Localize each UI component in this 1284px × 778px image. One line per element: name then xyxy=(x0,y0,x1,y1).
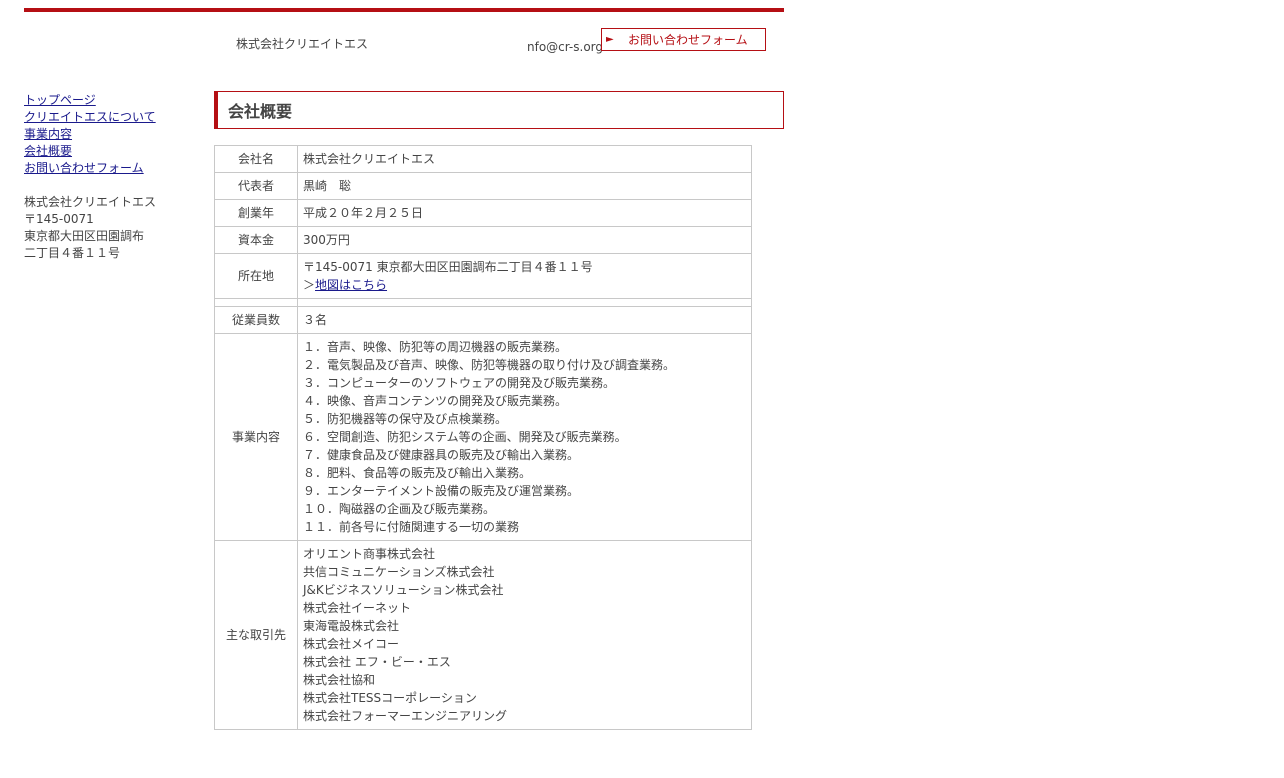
address-line: 二丁目４番１１号 xyxy=(24,246,121,260)
list-item: 東海電設株式会社 xyxy=(303,619,400,633)
map-link-prefix: ＞ xyxy=(303,278,316,292)
address-line: 株式会社クリエイトエス xyxy=(24,195,157,209)
location-address: 〒145-0071 東京都大田区田園調布二丁目４番１１号 xyxy=(303,260,593,274)
list-item: １．音声、映像、防犯等の周辺機器の販売業務。 xyxy=(303,340,568,354)
table-row: 創業年 平成２０年２月２５日 xyxy=(214,199,752,227)
list-item: ５．防犯機器等の保守及び点検業務。 xyxy=(303,412,508,426)
table-row: 従業員数 ３名 xyxy=(214,306,752,334)
address-line: 〒145-0071 xyxy=(24,212,94,226)
spacer-cell xyxy=(297,298,752,307)
nav-item-company-profile[interactable]: 会社概要 xyxy=(24,143,204,160)
list-item: ４．映像、音声コンテンツの開発及び販売業務。 xyxy=(303,394,568,408)
header-company-name: 株式会社クリエイトエス xyxy=(236,37,369,51)
list-item: ６．空間創造、防犯システム等の企画、開発及び販売業務。 xyxy=(303,430,627,444)
list-item: 株式会社メイコー xyxy=(303,637,400,651)
row-label: 会社名 xyxy=(214,145,298,173)
spacer-cell xyxy=(214,298,298,307)
header-email: nfo@cr-s.org xyxy=(527,40,604,54)
map-link-line: ＞地図はこちら xyxy=(303,276,750,294)
business-list: １．音声、映像、防犯等の周辺機器の販売業務。 ２．電気製品及び音声、映像、防犯等… xyxy=(303,338,750,536)
row-value: 平成２０年２月２５日 xyxy=(297,199,752,227)
row-label: 従業員数 xyxy=(214,306,298,334)
list-item: １１．前各号に付随関連する一切の業務 xyxy=(303,520,520,534)
table-spacer-row xyxy=(214,298,752,307)
map-link[interactable]: 地図はこちら xyxy=(315,278,387,292)
row-value: ３名 xyxy=(297,306,752,334)
list-item: オリエント商事株式会社 xyxy=(303,547,436,561)
list-item: 株式会社フォーマーエンジニアリング xyxy=(303,709,508,723)
row-value: １．音声、映像、防犯等の周辺機器の販売業務。 ２．電気製品及び音声、映像、防犯等… xyxy=(297,333,752,541)
nav-item-top[interactable]: トップページ xyxy=(24,92,204,109)
table-row: 会社名 株式会社クリエイトエス xyxy=(214,145,752,173)
sidebar-nav: トップページ クリエイトエスについて 事業内容 会社概要 お問い合わせフォーム xyxy=(24,92,204,177)
row-label: 資本金 xyxy=(214,226,298,254)
table-row: 事業内容 １．音声、映像、防犯等の周辺機器の販売業務。 ２．電気製品及び音声、映… xyxy=(214,333,752,541)
list-item: ８．肥料、食品等の販売及び輸出入業務。 xyxy=(303,466,532,480)
row-value: 〒145-0071 東京都大田区田園調布二丁目４番１１号 ＞地図はこちら xyxy=(297,253,752,299)
list-item: １０．陶磁器の企画及び販売業務。 xyxy=(303,502,496,516)
list-item: ７．健康食品及び健康器具の販売及び輸出入業務。 xyxy=(303,448,580,462)
clients-list: オリエント商事株式会社 共信コミュニケーションズ株式会社 J&Kビジネスソリュー… xyxy=(303,545,750,725)
sidebar-address: 株式会社クリエイトエス 〒145-0071 東京都大田区田園調布 二丁目４番１１… xyxy=(24,194,156,262)
list-item: 株式会社TESSコーポレーション xyxy=(303,691,477,705)
page-title: 会社概要 xyxy=(214,91,784,129)
play-arrow-icon: ► xyxy=(606,34,614,45)
list-item: 共信コミュニケーションズ株式会社 xyxy=(303,565,495,579)
list-item: 株式会社イーネット xyxy=(303,601,412,615)
table-row: 所在地 〒145-0071 東京都大田区田園調布二丁目４番１１号 ＞地図はこちら xyxy=(214,253,752,299)
row-value: 黒崎 聡 xyxy=(297,172,752,200)
contact-form-button[interactable]: ► お問い合わせフォーム xyxy=(601,28,766,51)
list-item: 株式会社 エフ・ビー・エス xyxy=(303,655,451,669)
list-item: J&Kビジネスソリューション株式会社 xyxy=(303,583,504,597)
row-label: 所在地 xyxy=(214,253,298,299)
contact-form-button-label: お問い合わせフォーム xyxy=(628,33,748,47)
list-item: ９．エンターテイメント設備の販売及び運営業務。 xyxy=(303,484,580,498)
list-item: 株式会社協和 xyxy=(303,673,376,687)
list-item: ２．電気製品及び音声、映像、防犯等機器の取り付け及び調査業務。 xyxy=(303,358,676,372)
row-value: 株式会社クリエイトエス xyxy=(297,145,752,173)
address-line: 東京都大田区田園調布 xyxy=(24,229,145,243)
table-row: 主な取引先 オリエント商事株式会社 共信コミュニケーションズ株式会社 J&Kビジ… xyxy=(214,540,752,730)
table-row: 資本金 300万円 xyxy=(214,226,752,254)
table-row: 代表者 黒崎 聡 xyxy=(214,172,752,200)
row-label: 事業内容 xyxy=(214,333,298,541)
row-label: 代表者 xyxy=(214,172,298,200)
row-value: 300万円 xyxy=(297,226,752,254)
row-value: オリエント商事株式会社 共信コミュニケーションズ株式会社 J&Kビジネスソリュー… xyxy=(297,540,752,730)
list-item: ３．コンピューターのソフトウェアの開発及び販売業務。 xyxy=(303,376,616,390)
company-info-table: 会社名 株式会社クリエイトエス 代表者 黒崎 聡 創業年 平成２０年２月２５日 … xyxy=(214,145,752,730)
row-label: 創業年 xyxy=(214,199,298,227)
top-accent-bar xyxy=(24,8,784,12)
nav-item-contact[interactable]: お問い合わせフォーム xyxy=(24,160,204,177)
row-label: 主な取引先 xyxy=(214,540,298,730)
nav-item-business[interactable]: 事業内容 xyxy=(24,126,204,143)
nav-item-about[interactable]: クリエイトエスについて xyxy=(24,109,204,126)
